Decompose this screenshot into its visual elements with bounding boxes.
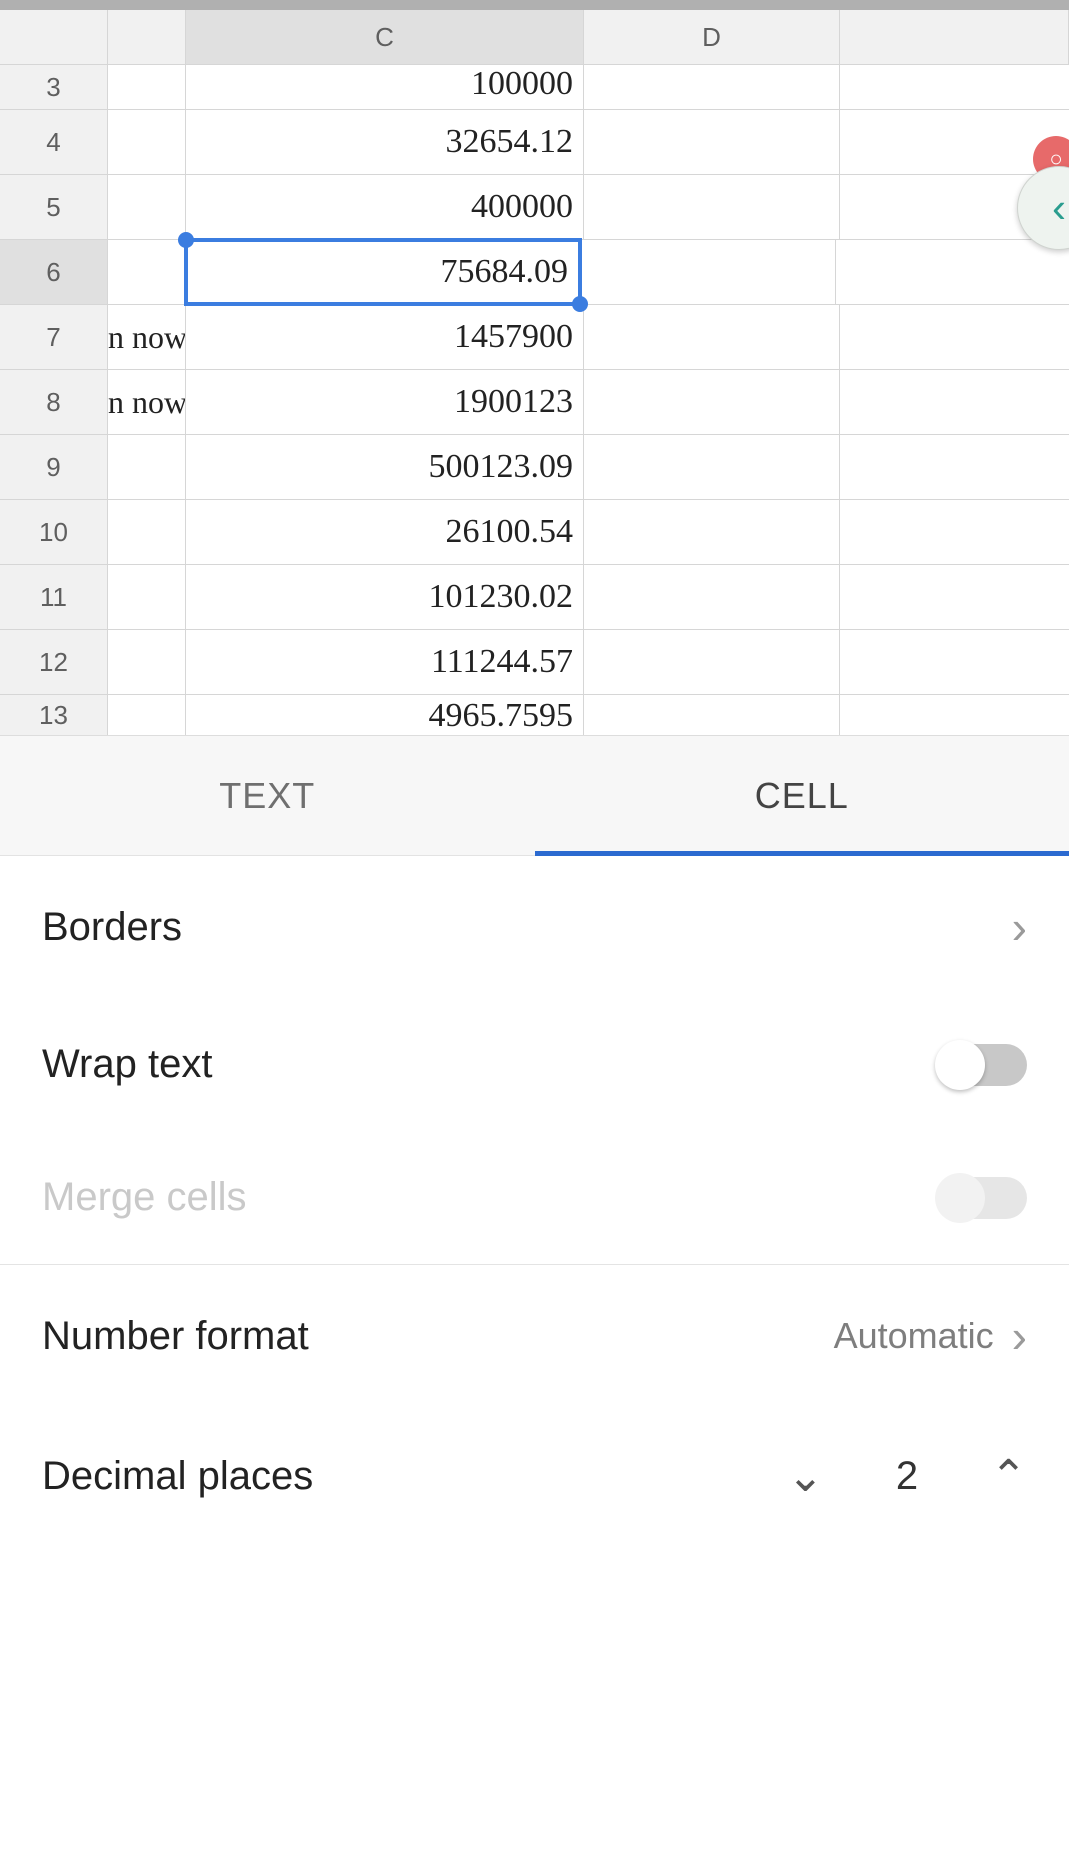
cell-b[interactable]: [108, 630, 186, 694]
table-row: 12 111244.57: [0, 630, 1069, 695]
table-row: 9 500123.09: [0, 435, 1069, 500]
cell-d[interactable]: [584, 500, 840, 564]
row-header[interactable]: 6: [0, 240, 108, 304]
cell-d[interactable]: [584, 110, 840, 174]
cell-b[interactable]: [108, 500, 186, 564]
decimal-places-value: 2: [896, 1454, 918, 1499]
table-row: 3 100000: [0, 65, 1069, 110]
row-header[interactable]: 13: [0, 695, 108, 735]
table-row: 13 4965.7595: [0, 695, 1069, 735]
borders-label: Borders: [42, 905, 182, 950]
row-header[interactable]: 8: [0, 370, 108, 434]
window-top-edge: [0, 0, 1069, 10]
row-header[interactable]: 3: [0, 65, 108, 109]
cell-d[interactable]: [584, 695, 840, 735]
merge-cells-toggle: [941, 1177, 1027, 1219]
row-header[interactable]: 7: [0, 305, 108, 369]
cell-d[interactable]: [580, 240, 836, 304]
cell-e[interactable]: [840, 435, 1069, 499]
spreadsheet-area[interactable]: C D 3100000432654.125400000675684.097n n…: [0, 10, 1069, 735]
cell-b[interactable]: [108, 175, 186, 239]
format-panel: TEXT CELL Borders › Wrap text Merge cell…: [0, 735, 1069, 1546]
cell-d[interactable]: [584, 435, 840, 499]
chevron-up-icon[interactable]: ⌃: [990, 1451, 1027, 1502]
chevron-right-icon: ›: [1012, 1309, 1027, 1363]
table-row: 8n now1900123: [0, 370, 1069, 435]
row-header[interactable]: 5: [0, 175, 108, 239]
row-header[interactable]: 10: [0, 500, 108, 564]
selection-handle-bottom-right[interactable]: [572, 296, 588, 312]
number-format-row[interactable]: Number format Automatic ›: [0, 1265, 1069, 1407]
cell-b[interactable]: [108, 435, 186, 499]
cell-c[interactable]: 1457900: [186, 305, 584, 369]
merge-cells-label: Merge cells: [42, 1175, 247, 1220]
tab-cell[interactable]: CELL: [535, 736, 1069, 855]
cell-b[interactable]: n now: [108, 305, 186, 369]
cell-b[interactable]: [108, 695, 186, 735]
cell-e[interactable]: [840, 65, 1069, 109]
decimal-places-row: Decimal places ⌄ 2 ⌃: [0, 1407, 1069, 1546]
cell-d[interactable]: [584, 370, 840, 434]
cell-e[interactable]: [840, 695, 1069, 735]
cell-d[interactable]: [584, 565, 840, 629]
cell-c[interactable]: 500123.09: [186, 435, 584, 499]
wrap-text-label: Wrap text: [42, 1042, 212, 1087]
cell-d[interactable]: [584, 305, 840, 369]
table-row: 7n now1457900: [0, 305, 1069, 370]
column-header-e[interactable]: [840, 10, 1069, 64]
table-row: 11 101230.02: [0, 565, 1069, 630]
cell-c[interactable]: 100000: [186, 65, 584, 109]
wrap-text-row[interactable]: Wrap text: [0, 998, 1069, 1131]
cell-d[interactable]: [584, 630, 840, 694]
cell-c[interactable]: 4965.7595: [186, 695, 584, 735]
cell-b[interactable]: n now: [108, 370, 186, 434]
merge-cells-row: Merge cells: [0, 1131, 1069, 1264]
cell-e[interactable]: [840, 630, 1069, 694]
cell-e[interactable]: [840, 370, 1069, 434]
panel-tabs: TEXT CELL: [0, 736, 1069, 856]
cell-b[interactable]: [108, 565, 186, 629]
number-format-label: Number format: [42, 1314, 309, 1359]
table-row: 4 32654.12: [0, 110, 1069, 175]
chevron-down-icon[interactable]: ⌄: [787, 1451, 824, 1502]
chevron-right-icon: ›: [1012, 900, 1027, 954]
table-row: 10 26100.54: [0, 500, 1069, 565]
tab-text[interactable]: TEXT: [0, 736, 535, 855]
cell-e[interactable]: [840, 500, 1069, 564]
decimal-places-stepper: ⌄ 2 ⌃: [787, 1451, 1027, 1502]
cell-b[interactable]: [108, 65, 186, 109]
cell-b[interactable]: [108, 110, 186, 174]
cell-c[interactable]: 400000: [186, 175, 584, 239]
cell-c[interactable]: 111244.57: [186, 630, 584, 694]
decimal-places-label: Decimal places: [42, 1454, 313, 1499]
row-header[interactable]: 11: [0, 565, 108, 629]
table-row: 5 400000: [0, 175, 1069, 240]
borders-row[interactable]: Borders ›: [0, 856, 1069, 998]
number-format-value-wrap: Automatic ›: [834, 1309, 1027, 1363]
row-header[interactable]: 12: [0, 630, 108, 694]
cell-c[interactable]: 32654.12: [186, 110, 584, 174]
cell-d[interactable]: [584, 175, 840, 239]
cell-b[interactable]: [108, 240, 186, 304]
column-header-c[interactable]: C: [186, 10, 584, 64]
table-row: 6 75684.09: [0, 240, 1069, 305]
row-header[interactable]: 9: [0, 435, 108, 499]
cell-d[interactable]: [584, 65, 840, 109]
column-header-d[interactable]: D: [584, 10, 840, 64]
cell-c[interactable]: 101230.02: [186, 565, 584, 629]
cell-e[interactable]: [840, 565, 1069, 629]
cell-e[interactable]: [840, 305, 1069, 369]
wrap-text-toggle[interactable]: [941, 1044, 1027, 1086]
column-headers: C D: [0, 10, 1069, 65]
corner-cell[interactable]: [0, 10, 108, 64]
cell-c[interactable]: 75684.09: [184, 238, 582, 306]
cell-e[interactable]: [836, 240, 1069, 304]
selection-handle-top-left[interactable]: [178, 232, 194, 248]
cell-c[interactable]: 1900123: [186, 370, 584, 434]
number-format-value: Automatic: [834, 1315, 994, 1357]
cell-c[interactable]: 26100.54: [186, 500, 584, 564]
column-header-b[interactable]: [108, 10, 186, 64]
row-header[interactable]: 4: [0, 110, 108, 174]
